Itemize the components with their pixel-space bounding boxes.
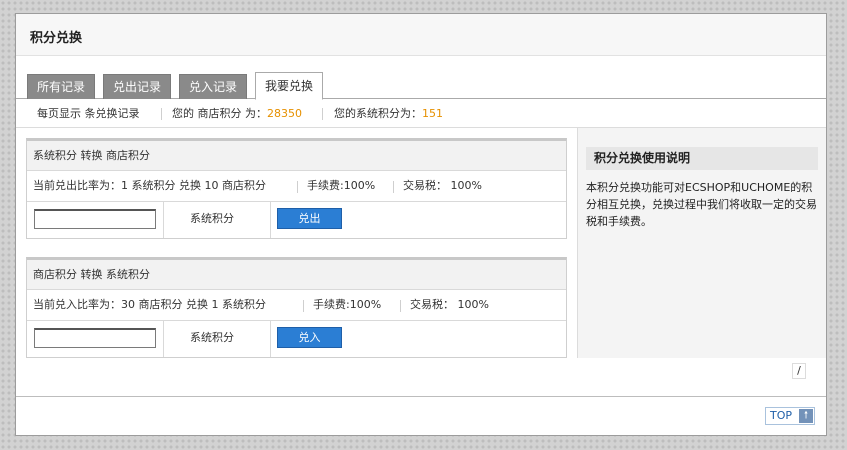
exchange-in-title: 商店积分 转换 系统积分 xyxy=(27,260,566,290)
exchange-out-title: 系统积分 转换 商店积分 xyxy=(27,141,566,171)
separator xyxy=(322,108,323,120)
per-page-text: 每页显示 条兑换记录 xyxy=(37,107,140,120)
exchange-in-form: 系统积分 兑入 xyxy=(27,321,566,357)
exchange-in-amount-input[interactable] xyxy=(34,328,156,348)
tab-exchange-now[interactable]: 我要兑换 xyxy=(255,72,324,100)
help-sidebar: 积分兑换使用说明 本积分兑换功能可对ECSHOP和UCHOME的积分相互兑换，兑… xyxy=(577,128,826,358)
system-points-label: 您的系统积分为： xyxy=(334,107,422,120)
separator xyxy=(393,181,394,193)
shop-points-label: 您的 商店积分 为： xyxy=(172,107,267,120)
exchange-out-form: 系统积分 兑出 xyxy=(27,202,566,238)
exchange-in-rate-row: 当前兑入比率为：30 商店积分 兑换 1 系统积分 手续费:100% 交易税： … xyxy=(27,290,566,321)
tab-exchange-out-records[interactable]: 兑出记录 xyxy=(103,74,172,99)
tab-bar: 所有记录 兑出记录 兑入记录 我要兑换 xyxy=(16,72,826,100)
exchange-out-rate-row: 当前兑出比率为：1 系统积分 兑换 10 商店积分 手续费:100% 交易税： … xyxy=(27,171,566,202)
separator xyxy=(163,321,164,357)
exchange-in-panel: 商店积分 转换 系统积分 当前兑入比率为：30 商店积分 兑换 1 系统积分 手… xyxy=(26,257,567,358)
shop-points-value: 28350 xyxy=(267,107,302,120)
page-title: 积分兑换 xyxy=(30,31,83,46)
exchange-main: 系统积分 转换 商店积分 当前兑出比率为：1 系统积分 兑换 10 商店积分 手… xyxy=(16,128,577,358)
system-points-value: 151 xyxy=(422,107,443,120)
footer: TOP 🠕 xyxy=(16,396,826,435)
exchange-in-tax: 交易税： 100% xyxy=(410,298,489,311)
back-to-top-button[interactable]: TOP 🠕 xyxy=(765,407,815,425)
top-label: TOP xyxy=(770,409,793,422)
pager[interactable]: / xyxy=(792,363,806,379)
header: 积分兑换 xyxy=(16,14,826,56)
separator xyxy=(161,108,162,120)
exchange-out-amount-input[interactable] xyxy=(34,209,156,229)
help-text: 本积分兑换功能可对ECSHOP和UCHOME的积分相互兑换，兑换过程中我们将收取… xyxy=(586,181,817,228)
exchange-in-button[interactable]: 兑入 xyxy=(277,327,342,348)
main-frame: 积分兑换 所有记录 兑出记录 兑入记录 我要兑换 每页显示 条兑换记录 您的 商… xyxy=(15,13,827,436)
tab-all-records[interactable]: 所有记录 xyxy=(27,74,96,99)
separator xyxy=(303,300,304,312)
exchange-out-fee: 手续费:100% xyxy=(307,179,376,192)
exchange-out-button[interactable]: 兑出 xyxy=(277,208,342,229)
exchange-out-rate: 当前兑出比率为：1 系统积分 兑换 10 商店积分 xyxy=(33,179,266,192)
tab-exchange-in-records[interactable]: 兑入记录 xyxy=(179,74,248,99)
separator xyxy=(297,181,298,193)
stats-bar: 每页显示 条兑换记录 您的 商店积分 为：28350 您的系统积分为：151 xyxy=(16,100,826,128)
exchange-in-rate: 当前兑入比率为：30 商店积分 兑换 1 系统积分 xyxy=(33,298,266,311)
exchange-in-fee: 手续费:100% xyxy=(313,298,382,311)
exchange-in-unit-label: 系统积分 xyxy=(190,331,234,344)
exchange-out-unit-label: 系统积分 xyxy=(190,212,234,225)
separator xyxy=(163,202,164,238)
exchange-out-panel: 系统积分 转换 商店积分 当前兑出比率为：1 系统积分 兑换 10 商店积分 手… xyxy=(26,138,567,239)
shop-points: 您的 商店积分 为：28350 xyxy=(172,100,302,127)
separator xyxy=(270,202,271,238)
exchange-out-tax: 交易税： 100% xyxy=(403,179,482,192)
help-title: 积分兑换使用说明 xyxy=(586,147,818,170)
system-points: 您的系统积分为：151 xyxy=(334,100,443,127)
separator xyxy=(270,321,271,357)
arrow-up-icon: 🠕 xyxy=(799,409,813,423)
separator xyxy=(400,300,401,312)
